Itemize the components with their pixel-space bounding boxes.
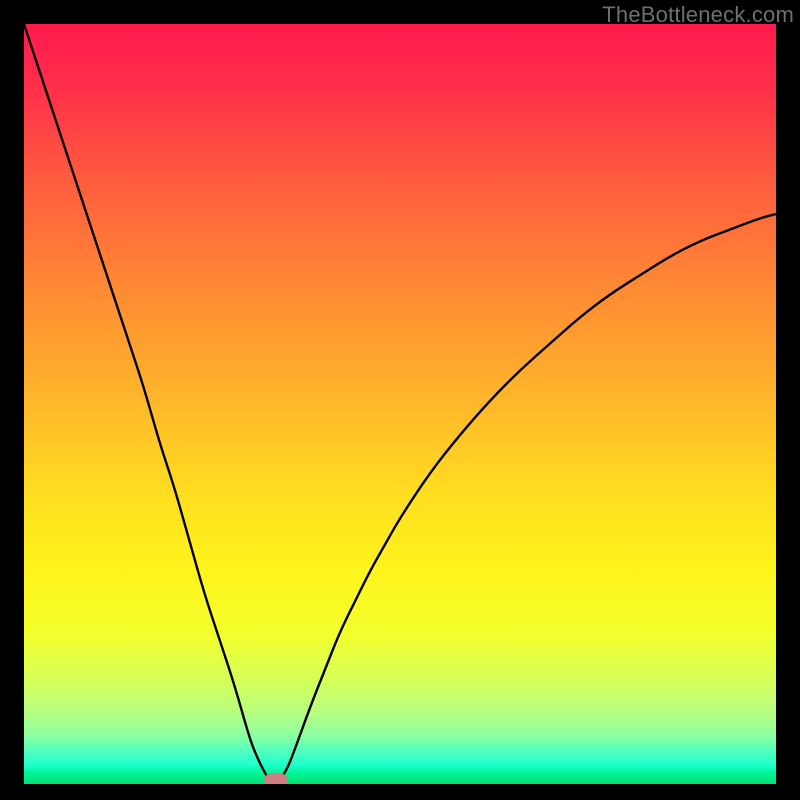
bottleneck-chart — [24, 24, 776, 784]
watermark-text: TheBottleneck.com — [602, 2, 794, 28]
chart-background — [24, 24, 776, 784]
chart-frame — [24, 24, 776, 784]
